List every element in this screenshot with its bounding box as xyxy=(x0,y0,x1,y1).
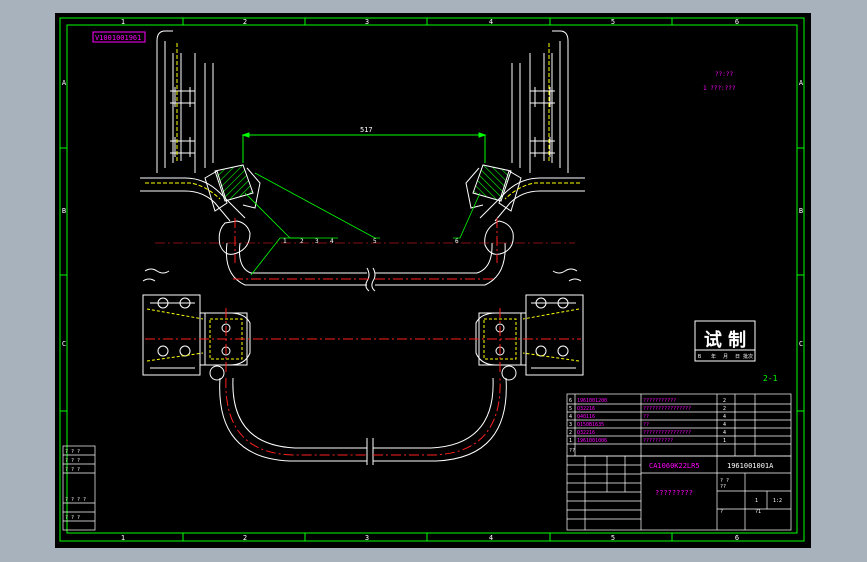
svg-text:? ? ?: ? ? ? xyxy=(65,515,80,521)
row-label-c: C xyxy=(62,340,66,348)
cad-drawing: 1 2 3 4 5 6 1 2 3 4 5 6 A B C A B C V100… xyxy=(59,17,805,542)
svg-text:?: ? xyxy=(720,509,723,515)
col-label-3: 3 xyxy=(365,18,369,26)
title-block-text: CA1060K22LR5 1961001001A ????????? ? ? ?… xyxy=(649,462,782,515)
svg-text:日: 日 xyxy=(735,354,740,360)
svg-text:月: 月 xyxy=(723,354,728,360)
svg-text:2: 2 xyxy=(723,406,726,412)
svg-text:? ? ?: ? ? ? xyxy=(65,467,80,473)
svg-text:6: 6 xyxy=(455,238,459,245)
svg-text:V1001001961: V1001001961 xyxy=(95,34,141,42)
sheet-label: 2-1 xyxy=(763,374,778,383)
bom-rows: 6 1961001200 ??????????? 2 5 Q32216 ????… xyxy=(569,398,726,454)
svg-text:? ? ?: ? ? ? xyxy=(65,449,80,455)
svg-text:批次: 批次 xyxy=(743,353,753,360)
plan-view xyxy=(142,268,584,465)
dimension-517 xyxy=(241,132,487,163)
svg-text:2: 2 xyxy=(569,430,572,436)
row-label-a-right: A xyxy=(799,79,804,87)
svg-text:1:2: 1:2 xyxy=(773,498,782,504)
svg-text:年: 年 xyxy=(711,353,716,360)
svg-text:2: 2 xyxy=(300,238,304,245)
balloon-labels: 1 2 3 4 5 6 xyxy=(283,238,459,245)
svg-text:1: 1 xyxy=(723,438,726,444)
hidden-lines-plan xyxy=(146,308,580,362)
part-number-tag: V1001001961 xyxy=(92,31,146,43)
svg-text:3: 3 xyxy=(569,422,572,428)
col-label-1-bottom: 1 xyxy=(121,534,125,542)
tech-note-title: ??:?? xyxy=(715,71,733,78)
svg-text:????????????????: ???????????????? xyxy=(643,430,691,436)
col-label-4: 4 xyxy=(489,18,493,26)
front-view xyxy=(140,30,585,292)
svg-text:4: 4 xyxy=(723,430,726,436)
row-label-a: A xyxy=(62,79,67,87)
svg-text:??: ?? xyxy=(643,422,649,428)
col-label-2-bottom: 2 xyxy=(243,534,247,542)
svg-text:1961001006: 1961001006 xyxy=(577,438,607,444)
drawing-number: 1961001001A xyxy=(727,462,774,470)
leader-lines xyxy=(244,172,481,276)
col-label-5: 5 xyxy=(611,18,615,26)
svg-text:??: ?? xyxy=(643,414,649,420)
svg-text:? ? ?: ? ? ? xyxy=(65,458,80,464)
stamp-title: 试 制 xyxy=(704,329,746,351)
svg-text:Q150B1635: Q150B1635 xyxy=(577,422,604,428)
svg-text:4: 4 xyxy=(330,238,334,245)
svg-text:6: 6 xyxy=(569,398,572,404)
rubber-mount-left xyxy=(204,164,261,212)
svg-text:1: 1 xyxy=(283,238,287,245)
centerlines-front xyxy=(155,218,575,280)
hidden-lines-front xyxy=(145,43,580,200)
cad-viewport[interactable]: 1 2 3 4 5 6 1 2 3 4 5 6 A B C A B C V100… xyxy=(55,13,811,548)
svg-text:1961001200: 1961001200 xyxy=(577,398,607,404)
svg-text:Q32216: Q32216 xyxy=(577,430,595,436)
svg-text:??: ?? xyxy=(569,448,575,454)
vehicle-model: CA1060K22LR5 xyxy=(649,462,700,470)
col-label-4-bottom: 4 xyxy=(489,534,493,542)
col-label-1: 1 xyxy=(121,18,125,26)
svg-text:????????????????: ???????????????? xyxy=(643,406,691,412)
svg-text:??????????: ?????????? xyxy=(643,438,673,444)
tech-note-line: 1 ???:??? xyxy=(703,85,736,92)
svg-text:B: B xyxy=(698,354,701,360)
col-label-2: 2 xyxy=(243,18,247,26)
row-label-b-right: B xyxy=(799,207,803,215)
svg-text:Q32216: Q32216 xyxy=(577,406,595,412)
row-label-b: B xyxy=(62,207,66,215)
svg-text:?1: ?1 xyxy=(755,509,761,515)
svg-text:2: 2 xyxy=(723,398,726,404)
svg-text:5: 5 xyxy=(373,238,377,245)
col-label-6-bottom: 6 xyxy=(735,534,739,542)
svg-text:? ? ? ?: ? ? ? ? xyxy=(65,497,86,503)
svg-text:4: 4 xyxy=(723,414,726,420)
svg-text:4: 4 xyxy=(723,422,726,428)
svg-text:1: 1 xyxy=(755,498,758,504)
svg-text:Q40116: Q40116 xyxy=(577,414,595,420)
part-name: ????????? xyxy=(655,489,693,497)
col-label-3-bottom: 3 xyxy=(365,534,369,542)
svg-text:???????????: ??????????? xyxy=(643,398,676,404)
col-label-5-bottom: 5 xyxy=(611,534,615,542)
svg-text:5: 5 xyxy=(569,406,572,412)
change-block-text: ? ? ? ? ? ? ? ? ? ? ? ? ? ? ? ? xyxy=(65,449,86,521)
svg-text:3: 3 xyxy=(315,238,319,245)
svg-text:??: ?? xyxy=(720,484,726,490)
trial-stamp: 试 制 B 年 月 日 批次 xyxy=(694,320,756,362)
row-label-c-right: C xyxy=(799,340,803,348)
dimension-value: 517 xyxy=(360,126,373,134)
svg-text:1: 1 xyxy=(569,438,572,444)
svg-text:4: 4 xyxy=(569,414,572,420)
col-label-6: 6 xyxy=(735,18,739,26)
